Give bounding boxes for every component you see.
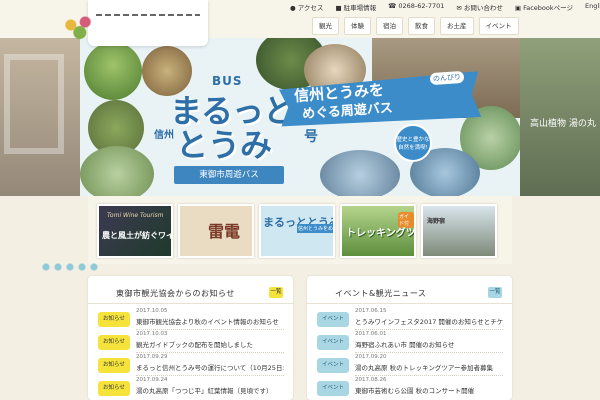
panel-title: イベント&観光ニュース (335, 289, 427, 298)
contact-link[interactable]: ✉ お問い合わせ (456, 2, 503, 12)
banner-caption-en: Tomi Wine Tourism (107, 212, 164, 219)
nav-food[interactable]: 飲食 (408, 17, 435, 35)
title-suffix: 号 (304, 129, 318, 145)
news-tag: イベント (317, 335, 349, 350)
news-text: 東御市観光協会より秋のイベント情報のお知らせ (136, 318, 279, 326)
panel-header: 東御市観光協会からのお知らせ 一覧 (88, 284, 293, 304)
pattern-decoration (4, 54, 64, 154)
title-ribbon: 東御市周遊バス (174, 166, 284, 184)
banner-caption: 雷電 (208, 222, 241, 241)
parking-link[interactable]: ■ 駐車場情報 (335, 2, 376, 12)
divider (136, 375, 284, 376)
bubble-decoration-icon (40, 262, 100, 272)
news-tag: イベント (317, 358, 349, 373)
banner-caption: 海野宿 (427, 218, 446, 225)
divider (136, 352, 284, 353)
landscape-photo (80, 146, 154, 196)
news-text: 東御市芸術むら公園 秋のコンサート開催 (355, 387, 475, 395)
news-tag: お知らせ (98, 381, 130, 396)
banner-note: 信州とうみをめぐる周遊バス (297, 224, 333, 233)
english-link[interactable]: English (585, 2, 600, 12)
news-tag: お知らせ (98, 335, 130, 350)
nav-event[interactable]: イベント (478, 17, 519, 35)
panel-title: 東御市観光協会からのお知らせ (116, 289, 235, 298)
news-text: 湯の丸高原「つつじ平」紅葉情報（見頃です） (136, 387, 273, 395)
news-tag: お知らせ (98, 358, 130, 373)
news-panel-left: 東御市観光協会からのお知らせ 一覧 お知らせ 2017.10.05 東御市観光協… (88, 276, 293, 400)
divider (355, 329, 503, 330)
hero-slider[interactable]: BUS まるっと 信州 とうみ 号 東御市周遊バス 信州とうみを めぐる周遊バス… (0, 38, 600, 196)
banner-caption: トレッキングツアー (346, 228, 416, 239)
banner-note: のんびり (429, 70, 465, 86)
divider (136, 329, 284, 330)
hero-next-slide[interactable]: 高山植物 湯の丸 (520, 38, 600, 196)
utility-links: ● アクセス ■ 駐車場情報 ☎ 0268-62-7701 ✉ お問い合わせ ▣… (290, 2, 600, 12)
news-tag: お知らせ (98, 312, 130, 327)
news-date: 2017.09.24 (136, 377, 168, 383)
news-date: 2017.08.26 (355, 377, 387, 383)
news-text: 湯の丸高原 秋のトレッキングツアー参加者募集 (355, 364, 493, 372)
hero-prev-slide[interactable] (0, 38, 80, 196)
nav-sightseeing[interactable]: 観光 (312, 17, 339, 35)
news-date: 2017.10.05 (136, 308, 168, 314)
nav-stay[interactable]: 宿泊 (376, 17, 403, 35)
news-tag: イベント (317, 381, 349, 396)
news-text: とうみワインフェスタ2017 開催のお知らせとチケット販売 (355, 318, 503, 326)
facebook-link[interactable]: ▣ Facebookページ (515, 2, 573, 12)
site-logo[interactable] (88, 0, 208, 46)
title-prefix: 信州 (154, 130, 174, 141)
logo-text-graphic (96, 14, 200, 16)
news-tag: イベント (317, 312, 349, 327)
banner-trekking[interactable]: ガイド付 トレッキングツアー (340, 204, 416, 258)
news-panel-right: イベント&観光ニュース 一覧 イベント 2017.06.15 とうみワインフェス… (307, 276, 512, 400)
news-date: 2017.06.15 (355, 308, 387, 314)
divider (355, 352, 503, 353)
banner-marutto-toumi[interactable]: まるっととうみ 信州とうみをめぐる周遊バス (259, 204, 335, 258)
circle-badge: 歴史と豊かな自然を満喫! (394, 124, 432, 162)
nav-experience[interactable]: 体験 (344, 17, 371, 35)
river-photo (320, 150, 400, 196)
news-text: 海野宿ふれあい市 開催のお知らせ (355, 341, 455, 349)
divider (355, 375, 503, 376)
banner-unno-juku[interactable]: 海野宿 (421, 204, 497, 258)
news-date: 2017.06.01 (355, 331, 387, 337)
hero-current-slide[interactable]: BUS まるっと 信州 とうみ 号 東御市周遊バス 信州とうみを めぐる周遊バス… (80, 38, 522, 196)
banner-raiden[interactable]: 雷電 (178, 204, 254, 258)
right-caption: 高山植物 湯の丸 (530, 119, 596, 129)
more-button[interactable]: 一覧 (488, 287, 502, 298)
access-link[interactable]: ● アクセス (290, 2, 323, 12)
sub-banner-row: Tomi Wine Tourism 農と風土が紡ぐワインストーリー 雷電 まるっ… (88, 196, 512, 264)
banner-caption: 農と風土が紡ぐワインストーリー (102, 231, 173, 240)
main-nav: 観光 体験 宿泊 飲食 お土産 イベント (312, 17, 519, 35)
title-line2: とうみ (176, 126, 273, 164)
flower-decoration-icon (60, 10, 96, 40)
list-item[interactable]: イベント 2017.08.26 東御市芸術むら公園 秋のコンサート開催 (317, 377, 502, 400)
more-button[interactable]: 一覧 (269, 287, 283, 298)
news-text: 観光ガイドブックの配布を開始しました (136, 341, 253, 349)
banner-wine-story[interactable]: Tomi Wine Tourism 農と風土が紡ぐワインストーリー (97, 204, 173, 258)
news-date: 2017.09.20 (355, 354, 387, 360)
news-date: 2017.10.03 (136, 331, 168, 337)
list-item[interactable]: お知らせ 2017.09.24 湯の丸高原「つつじ平」紅葉情報（見頃です） (98, 377, 283, 400)
news-text: まるっと信州とうみ号の運行について（10月25日まで） (136, 364, 284, 372)
top-bar: ● アクセス ■ 駐車場情報 ☎ 0268-62-7701 ✉ お問い合わせ ▣… (0, 0, 600, 46)
vineyard-photo (84, 42, 142, 100)
panel-header: イベント&観光ニュース 一覧 (307, 284, 512, 304)
phone-link[interactable]: ☎ 0268-62-7701 (388, 2, 444, 12)
news-date: 2017.09.29 (136, 354, 168, 360)
nav-souvenir[interactable]: お土産 (440, 17, 474, 35)
